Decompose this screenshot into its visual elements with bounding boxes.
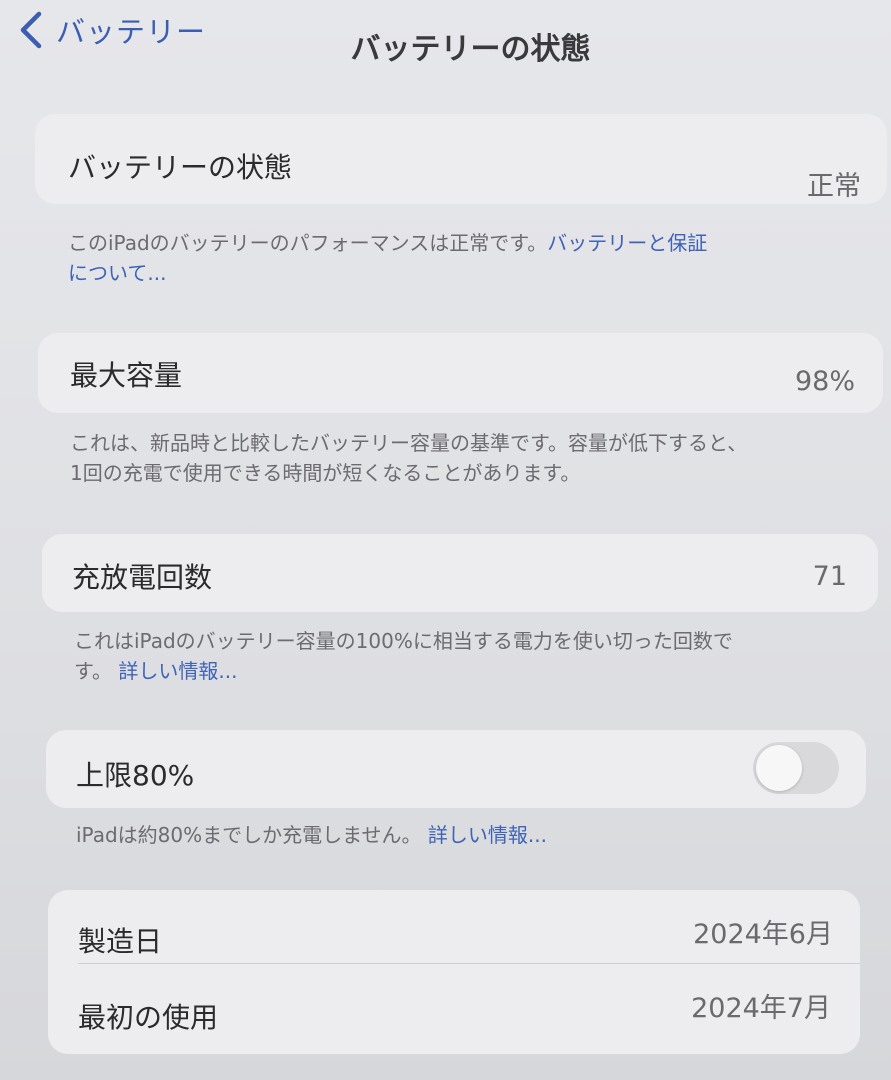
cycle-count-more-info-link[interactable]: 詳しい情報... xyxy=(118,659,237,683)
info-divider xyxy=(78,963,860,964)
charge-limit-toggle[interactable] xyxy=(753,742,839,794)
battery-health-value: 正常 xyxy=(807,171,861,202)
max-capacity-footnote-line1: これは、新品時と比較したバッテリー容量の基準です。容量が低下すると、 xyxy=(70,431,748,455)
max-capacity-footnote-line2: 1回の充電で使用できる時間が短くなることがあります。 xyxy=(70,461,581,485)
cycle-count-footnote-line2: す。 xyxy=(74,659,112,683)
battery-health-footnote: このiPadのバッテリーのパフォーマンスは正常です。バッテリーと保証 について.… xyxy=(68,228,828,288)
first-use-label: 最初の使用 xyxy=(78,1001,219,1034)
toggle-knob xyxy=(756,745,802,791)
first-use-value: 2024年7月 xyxy=(691,993,831,1024)
charge-limit-label: 上限80% xyxy=(76,759,195,792)
charge-limit-more-info-link[interactable]: 詳しい情報... xyxy=(428,823,547,847)
charge-limit-footnote: iPadは約80%までしか充電しません。 詳しい情報... xyxy=(76,820,856,850)
battery-health-label: バッテリーの状態 xyxy=(68,151,293,184)
battery-health-footnote-text: このiPadのバッテリーのパフォーマンスは正常です。 xyxy=(68,231,548,255)
manufacture-date-label: 製造日 xyxy=(78,925,163,958)
charge-limit-footnote-text: iPadは約80%までしか充電しません。 xyxy=(76,823,422,847)
navigation-bar: バッテリー バッテリーの状態 xyxy=(0,0,891,90)
cycle-count-footnote-line1: これはiPadのバッテリー容量の100%に相当する電力を使い切った回数で xyxy=(74,629,733,653)
battery-warranty-link[interactable]: バッテリーと保証 xyxy=(547,231,707,255)
max-capacity-value: 98% xyxy=(794,366,855,397)
page-title: バッテリーの状態 xyxy=(350,32,591,67)
battery-warranty-link-continued[interactable]: について... xyxy=(68,261,166,285)
cycle-count-footnote: これはiPadのバッテリー容量の100%に相当する電力を使い切った回数で す。 … xyxy=(74,626,854,686)
max-capacity-footnote: これは、新品時と比較したバッテリー容量の基準です。容量が低下すると、 1回の充電… xyxy=(70,428,850,488)
cycle-count-value: 71 xyxy=(812,561,847,592)
manufacture-date-value: 2024年6月 xyxy=(693,919,833,950)
max-capacity-label: 最大容量 xyxy=(70,359,183,392)
cycle-count-label: 充放電回数 xyxy=(72,561,213,594)
